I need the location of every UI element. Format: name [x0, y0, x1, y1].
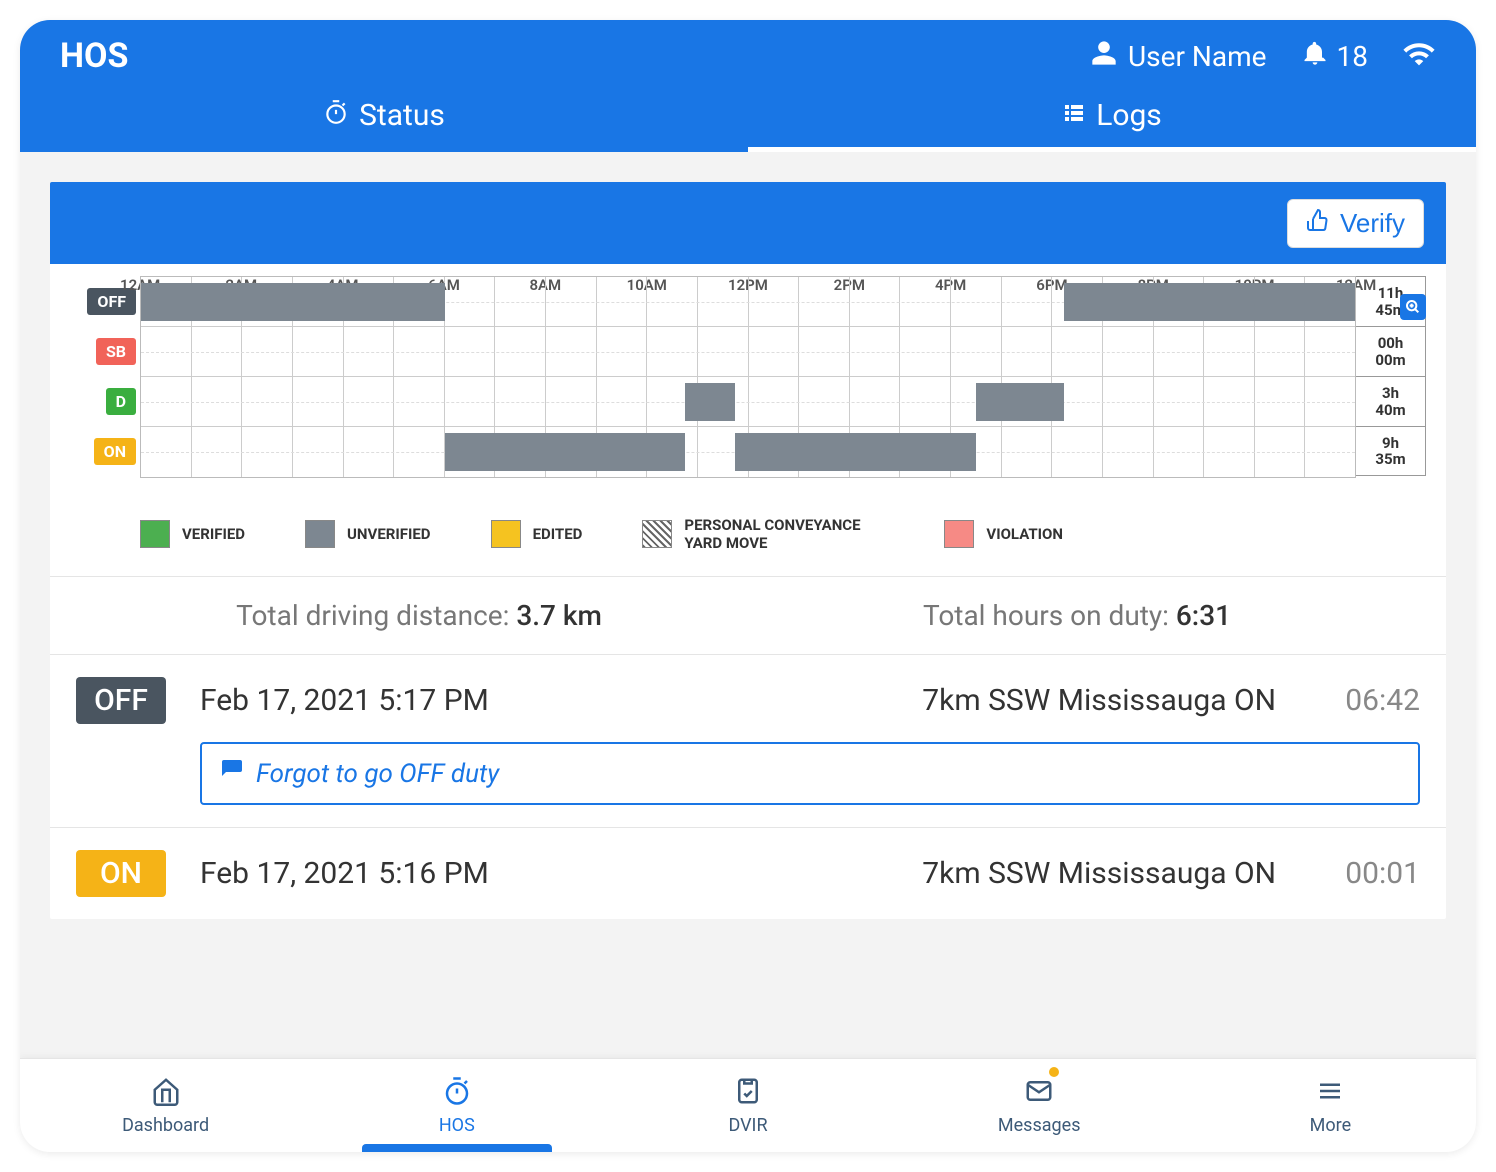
log-card: Verify 12AM2AM4AM6AM8AM10AM12PM2PM4PM6PM… — [50, 182, 1446, 919]
legend-verified: VERIFIED — [140, 520, 245, 548]
distance-label: Total driving distance: — [236, 599, 516, 632]
chart-bar[interactable] — [685, 383, 736, 421]
distance-value: 3.7 km — [516, 599, 602, 632]
chart-bar[interactable] — [445, 433, 685, 471]
bottom-nav: Dashboard HOS DVIR Messages More — [20, 1058, 1476, 1152]
stopwatch-icon — [323, 98, 349, 133]
zoom-icon[interactable] — [1400, 294, 1426, 320]
chart-bar[interactable] — [976, 383, 1065, 421]
hours-value: 6:31 — [1176, 599, 1231, 632]
chart-row-labels: OFFSBDON — [70, 276, 140, 478]
home-icon — [151, 1076, 181, 1111]
log-entry[interactable]: OFF Feb 17, 2021 5:17 PM 7km SSW Mississau… — [50, 654, 1446, 827]
row-badge-d: D — [106, 388, 136, 415]
summary-row: Total driving distance: 3.7 km Total hou… — [50, 576, 1446, 654]
mail-icon — [1024, 1076, 1054, 1111]
log-location: 7km SSW Mississauga ON — [922, 856, 1276, 891]
bell-icon — [1301, 39, 1329, 74]
thumbs-up-icon — [1306, 208, 1330, 239]
stopwatch-icon — [442, 1076, 472, 1111]
legend-pc: PERSONAL CONVEYANCE YARD MOVE — [642, 516, 884, 552]
nav-dvir[interactable]: DVIR — [602, 1059, 893, 1152]
hours-label: Total hours on duty: — [923, 599, 1176, 632]
notification-dot — [1049, 1067, 1059, 1077]
notifications[interactable]: 18 — [1301, 39, 1368, 74]
log-duration: 06:42 — [1310, 683, 1420, 718]
clipboard-icon — [733, 1076, 763, 1111]
log-entry[interactable]: ON Feb 17, 2021 5:16 PM 7km SSW Mississaug… — [50, 827, 1446, 919]
legend-edited: EDITED — [491, 520, 583, 548]
legend-unverified: UNVERIFIED — [305, 520, 431, 548]
log-list: OFF Feb 17, 2021 5:17 PM 7km SSW Mississau… — [50, 654, 1446, 919]
app-header: HOS User Name 18 — [20, 20, 1476, 152]
nav-hos[interactable]: HOS — [311, 1059, 602, 1152]
tab-logs-label: Logs — [1096, 98, 1162, 133]
chart-bar[interactable] — [141, 283, 445, 321]
chart-grid[interactable] — [140, 276, 1356, 478]
verify-button[interactable]: Verify — [1287, 199, 1424, 248]
user-menu[interactable]: User Name — [1090, 39, 1267, 74]
status-badge: ON — [76, 850, 166, 897]
chart-legend: VERIFIED UNVERIFIED EDITED PERSONAL CONV… — [50, 498, 1446, 576]
user-icon — [1090, 39, 1118, 74]
log-location: 7km SSW Mississauga ON — [922, 683, 1276, 718]
nav-more[interactable]: More — [1185, 1059, 1476, 1152]
log-duration: 00:01 — [1310, 856, 1420, 891]
chart-bar[interactable] — [735, 433, 975, 471]
status-badge: OFF — [76, 677, 166, 724]
hos-chart: 12AM2AM4AM6AM8AM10AM12PM2PM4PM6PM8PM10PM… — [50, 264, 1446, 498]
log-note[interactable]: Forgot to go OFF duty — [200, 742, 1420, 805]
wifi-icon — [1402, 37, 1436, 75]
menu-icon — [1315, 1076, 1345, 1111]
nav-dashboard[interactable]: Dashboard — [20, 1059, 311, 1152]
tab-status[interactable]: Status — [20, 84, 748, 152]
tab-status-label: Status — [359, 98, 445, 133]
verify-label: Verify — [1340, 208, 1405, 239]
comment-icon — [220, 758, 244, 789]
list-icon — [1062, 98, 1086, 133]
notification-count: 18 — [1337, 40, 1368, 73]
row-badge-sb: SB — [96, 338, 136, 365]
legend-violation: VIOLATION — [944, 520, 1063, 548]
nav-messages[interactable]: Messages — [894, 1059, 1185, 1152]
row-badge-on: ON — [94, 438, 136, 465]
log-date: Feb 17, 2021 5:16 PM — [200, 856, 888, 891]
chart-bar[interactable] — [1064, 283, 1355, 321]
log-date: Feb 17, 2021 5:17 PM — [200, 683, 888, 718]
user-name: User Name — [1128, 40, 1267, 73]
app-title: HOS — [60, 36, 128, 76]
tab-logs[interactable]: Logs — [748, 84, 1476, 152]
